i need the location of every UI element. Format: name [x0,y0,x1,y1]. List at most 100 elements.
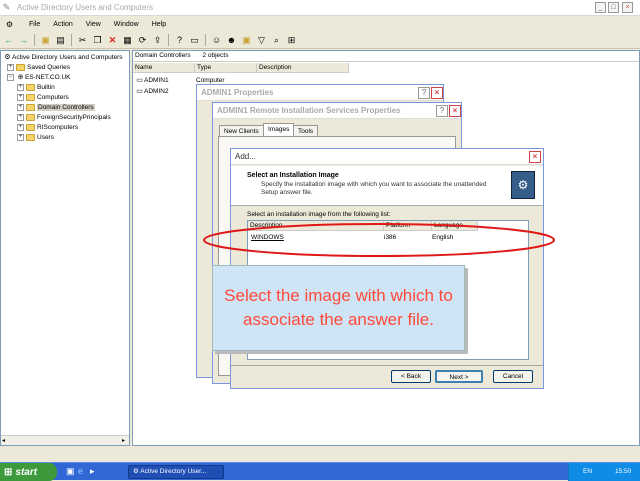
scroll-left-icon[interactable]: ◂ [2,437,5,444]
table-row[interactable]: ▭ ADMIN2 [135,86,168,96]
tree-root[interactable]: ⚙ Active Directory Users and Computers [3,52,122,62]
new-user-icon[interactable]: ☺ [210,34,223,47]
toolbar: ← → ▣ ▤ ✂ ❐ ✕ ▦ ⟳ ⇪ ? ▭ ☺ ☻ ▣ ▽ ⌕ ⊞ [0,32,640,49]
instruction-callout: Select the image with which to associate… [212,265,465,351]
help-button[interactable]: ? [418,87,430,99]
menu-help[interactable]: Help [152,21,166,28]
toolbar-divider [71,34,72,46]
taskbar-task-aduc[interactable]: ⚙ Active Directory User... [128,465,224,479]
folder-icon [26,93,35,101]
refresh-icon[interactable]: ⟳ [136,34,149,47]
tab-images[interactable]: Images [263,123,295,137]
new-group-icon[interactable]: ☻ [225,34,238,47]
details-header: Domain Controllers 2 objects [133,51,639,62]
horizontal-scrollbar[interactable]: ◂ ▸ [1,435,129,445]
expand-icon[interactable]: + [17,93,24,101]
tree-item-foreign-security-principals[interactable]: + ForeignSecurityPrincipals [17,112,111,122]
window-title: Active Directory Users and Computers [17,3,154,12]
app-icon: ✎ [2,2,11,12]
image-list-label: Select an installation image from the fo… [247,211,391,218]
delete-icon[interactable]: ✕ [106,34,119,47]
column-name[interactable]: Name [133,63,195,73]
find-icon[interactable]: ⌕ [270,34,283,47]
expand-icon[interactable]: + [17,113,24,121]
ris-dialog-title: ADMIN1 Remote Installation Services Prop… [213,103,461,119]
menu-window[interactable]: Window [114,21,139,28]
console-icon[interactable]: ▭ [188,34,201,47]
show-tree-icon[interactable]: ▤ [54,34,67,47]
close-button[interactable]: × [449,105,461,117]
close-button[interactable]: × [622,2,633,13]
window-titlebar: ✎ Active Directory Users and Computers _… [0,0,640,16]
collapse-icon[interactable]: − [7,73,14,81]
cancel-button[interactable]: Cancel [493,370,533,383]
clock[interactable]: 15:50 [615,468,631,475]
expand-icon[interactable]: + [17,83,24,91]
system-tray: EN 15:50 [568,463,640,481]
back-button[interactable]: < Back [391,370,431,383]
column-type[interactable]: Type [195,63,257,73]
start-button[interactable]: ⊞ start [0,463,57,481]
close-button[interactable]: × [529,151,541,163]
folder-icon [26,83,35,91]
maximize-button[interactable]: □ [608,2,619,13]
cut-icon[interactable]: ✂ [76,34,89,47]
internet-explorer-icon[interactable]: e [78,466,83,476]
expand-icon[interactable]: + [7,63,14,71]
tree-item-riscomputers[interactable]: + RIScomputers [17,122,78,132]
dialog-divider [231,365,543,366]
wizard-heading: Select an Installation Image [247,172,339,179]
minimize-button[interactable]: _ [595,2,606,13]
filter-icon[interactable]: ▽ [255,34,268,47]
expand-icon[interactable]: + [17,103,24,111]
show-desktop-icon[interactable]: ▣ [66,466,75,477]
wizard-description: Specify the installation image with whic… [261,181,487,196]
folder-icon [26,133,35,141]
up-folder-icon[interactable]: ▣ [39,34,52,47]
folder-icon [16,63,25,71]
expand-icon[interactable]: + [17,123,24,131]
menu-file[interactable]: File [29,21,40,28]
highlight-ellipse [203,223,555,257]
wizard-logo-icon: ⚙ [511,171,535,199]
tree-item-domain-controllers[interactable]: + Domain Controllers [17,102,95,112]
language-indicator[interactable]: EN [583,468,592,475]
forward-arrow-icon[interactable]: → [17,34,30,47]
scroll-right-icon[interactable]: ▸ [122,437,125,444]
toolbar-divider [205,34,206,46]
properties-icon[interactable]: ▦ [121,34,134,47]
folder-icon [26,123,35,131]
menu-view[interactable]: View [86,21,101,28]
console-tree[interactable]: ⚙ Active Directory Users and Computers +… [0,50,130,446]
tree-item-computers[interactable]: + Computers [17,92,69,102]
media-player-icon[interactable]: ▸ [90,466,95,477]
details-path: Domain Controllers [135,52,191,59]
menu-bar: ⚙ File Action View Window Help [0,17,640,31]
close-button[interactable]: × [431,87,443,99]
menu-action[interactable]: Action [53,21,72,28]
folder-icon [26,113,35,121]
tree-item-builtin[interactable]: + Builtin [17,82,55,92]
add-dialog-title: Add... [231,149,543,165]
windows-logo-icon: ⊞ [4,466,13,478]
next-button[interactable]: Next > [435,370,483,383]
toolbar-divider [168,34,169,46]
taskbar: ⊞ start ▣ e ▸ ⚙ Active Directory User...… [0,462,640,481]
folder-icon [26,103,35,111]
help-button[interactable]: ? [436,105,448,117]
copy-icon[interactable]: ❐ [91,34,104,47]
properties-dialog-title: ADMIN1 Properties [197,85,443,101]
toolbar-divider [34,34,35,46]
tree-item-users[interactable]: + Users [17,132,54,142]
expand-icon[interactable]: + [17,133,24,141]
wizard-header: Select an Installation Image Specify the… [231,166,543,206]
help-icon[interactable]: ? [173,34,186,47]
export-icon[interactable]: ⇪ [151,34,164,47]
column-description[interactable]: Description [257,63,349,73]
tree-item-domain[interactable]: − ⊕ ES-NET.CO.UK [7,72,71,82]
computer-icon: ▭ [136,88,143,95]
mmc-icon: ⚙ [5,19,14,29]
add-to-group-icon[interactable]: ⊞ [285,34,298,47]
new-ou-icon[interactable]: ▣ [240,34,253,47]
back-arrow-icon[interactable]: ← [2,34,15,47]
